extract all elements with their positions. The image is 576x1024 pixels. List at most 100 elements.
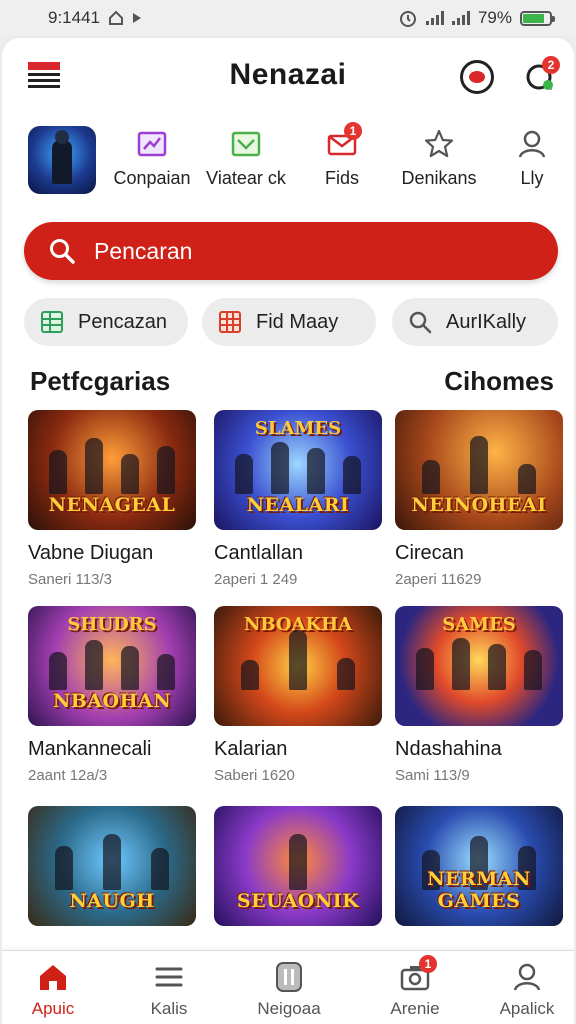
shortcut-label: Denikans [401, 168, 477, 188]
game-card[interactable]: SAMES Ndashahina Sami 113/9 [395, 606, 563, 784]
app-header: Nenazai 2 [2, 38, 574, 116]
record-icon[interactable] [460, 60, 494, 94]
table-icon [219, 311, 241, 333]
chat-icon[interactable]: 2 [524, 56, 560, 94]
wifi-signal-icon [425, 11, 444, 25]
game-card[interactable]: SHUDRS NBAOHAN Mankannecali 2aant 12a/3 [28, 606, 196, 784]
user-icon [518, 130, 546, 158]
shortcut-denikans[interactable]: Denikans [389, 128, 489, 189]
home-status-icon [109, 10, 123, 25]
shortcut-conpaian[interactable]: Conpaian [102, 128, 202, 189]
game-name: Ndashahina [395, 738, 502, 760]
home-icon [40, 965, 66, 990]
game-thumbnail: SAMES [395, 606, 563, 726]
shortcut-viatear[interactable]: Viatear ck [196, 128, 296, 189]
game-thumbnail: SEUAONIK [214, 806, 382, 926]
search-placeholder: Pencaran [94, 237, 193, 264]
nav-label: Kalis [150, 999, 188, 1018]
shortcut-lly[interactable]: Lly [482, 128, 574, 189]
shortcut-label: Fids [324, 168, 359, 188]
status-time: 9:1441 [48, 8, 100, 27]
cell-signal-icon [451, 11, 470, 25]
search-icon [50, 239, 75, 264]
game-meta: Sami 113/9 [395, 767, 470, 784]
nav-label: Arenie [390, 999, 440, 1018]
chat-badge: 2 [542, 56, 560, 74]
game-thumbnail: NERMAN GAMES [395, 806, 563, 926]
battery-fill [523, 13, 544, 23]
chip-aurikally[interactable]: AurIKally [392, 298, 558, 346]
game-meta: Saneri 113/3 [28, 571, 112, 588]
profile-icon [513, 963, 541, 991]
search-icon [409, 311, 432, 334]
grid-icon [41, 311, 63, 333]
game-card[interactable]: NEINOHEAI Cirecan 2aperi 11629 [395, 410, 563, 588]
battery-percent: 79% [477, 8, 512, 27]
nav-label: Apuic [31, 999, 75, 1018]
game-card[interactable]: NBOAKHA Kalarian Saberi 1620 [214, 606, 382, 784]
nav-label: Apalick [499, 999, 555, 1018]
game-thumbnail: NAUGH [28, 806, 196, 926]
chart-icon [137, 131, 167, 157]
shortcut-fids[interactable]: 1 Fids [292, 122, 392, 189]
search-bar[interactable]: Pencaran [24, 222, 558, 280]
game-card[interactable]: SLAMES NEALARI Cantlallan 2aperi 1 249 [214, 410, 382, 588]
game-banner: NERMAN GAMES [427, 868, 531, 912]
game-banner: NBAOHAN [52, 690, 172, 712]
pause-icon [276, 962, 302, 992]
game-name: Cantlallan [214, 542, 303, 564]
game-banner: NAUGH [69, 890, 155, 912]
app-sheet: Nenazai 2 Conpaian Viatear ck 1 Fids Den… [2, 38, 574, 1024]
filter-chips: Pencazan Fid Maay AurIKally [2, 298, 574, 348]
battery-icon [520, 10, 555, 26]
game-meta: Saberi 1620 [214, 767, 295, 784]
game-name: Mankannecali [28, 738, 152, 760]
game-card[interactable]: NAUGH [28, 806, 196, 926]
fids-badge: 1 [344, 122, 362, 140]
chip-label: AurIKally [446, 310, 527, 333]
game-name: Vabne Diugan [28, 542, 154, 564]
game-banner: SEUAONIK [236, 890, 360, 912]
game-meta: 2aperi 11629 [395, 571, 482, 588]
nav-apuic[interactable]: Apuic [2, 961, 108, 1019]
shortcut-label: Viatear ck [206, 168, 286, 188]
game-thumbnail: NBOAKHA [214, 606, 382, 726]
game-thumbnail: SHUDRS NBAOHAN [28, 606, 196, 726]
nav-apalick[interactable]: Apalick [472, 961, 574, 1019]
chip-label: Pencazan [78, 310, 167, 333]
game-name: Kalarian [214, 738, 288, 760]
menu-icon [155, 967, 183, 987]
game-banner-top: SLAMES [254, 418, 342, 439]
game-card[interactable]: NENAGEAL Vabne Diugan Saneri 113/3 [28, 410, 196, 588]
nav-label: Neigoaa [257, 999, 321, 1018]
section-title: Petfcgarias [30, 366, 171, 396]
game-card[interactable]: SEUAONIK [214, 806, 382, 926]
nav-arenie[interactable]: 1 Arenie [360, 955, 470, 1019]
shortcut-label: Conpaian [113, 168, 191, 188]
game-banner: NEALARI [246, 494, 350, 516]
game-meta: 2aant 12a/3 [28, 767, 108, 784]
star-icon [424, 129, 454, 158]
game-banner: NEINOHEAI [411, 494, 547, 516]
game-thumbnail: NENAGEAL [28, 410, 196, 530]
section-header: Petfcgarias Cihomes [2, 364, 574, 404]
image-icon [231, 131, 261, 157]
game-thumbnail: NEINOHEAI [395, 410, 563, 530]
nav-neigoaa[interactable]: Neigoaa [234, 961, 344, 1019]
section-link[interactable]: Cihomes [444, 366, 554, 397]
game-name: Cirecan [395, 542, 464, 564]
chip-fid-maay[interactable]: Fid Maay [202, 298, 376, 346]
chip-label: Fid Maay [256, 310, 339, 333]
game-card[interactable]: NERMAN GAMES [395, 806, 563, 926]
status-bar: 9:1441 79% [0, 0, 576, 36]
game-avatar[interactable] [28, 126, 96, 194]
arenie-badge: 1 [419, 955, 437, 973]
nav-kalis[interactable]: Kalis [114, 961, 224, 1019]
play-status-icon [133, 13, 141, 23]
shortcut-label: Lly [520, 168, 544, 188]
game-meta: 2aperi 1 249 [214, 571, 298, 588]
alarm-icon [399, 11, 416, 27]
shortcut-row: Conpaian Viatear ck 1 Fids Denikans Lly [2, 122, 574, 224]
game-thumbnail: SLAMES NEALARI [214, 410, 382, 530]
chip-pencazan[interactable]: Pencazan [24, 298, 188, 346]
